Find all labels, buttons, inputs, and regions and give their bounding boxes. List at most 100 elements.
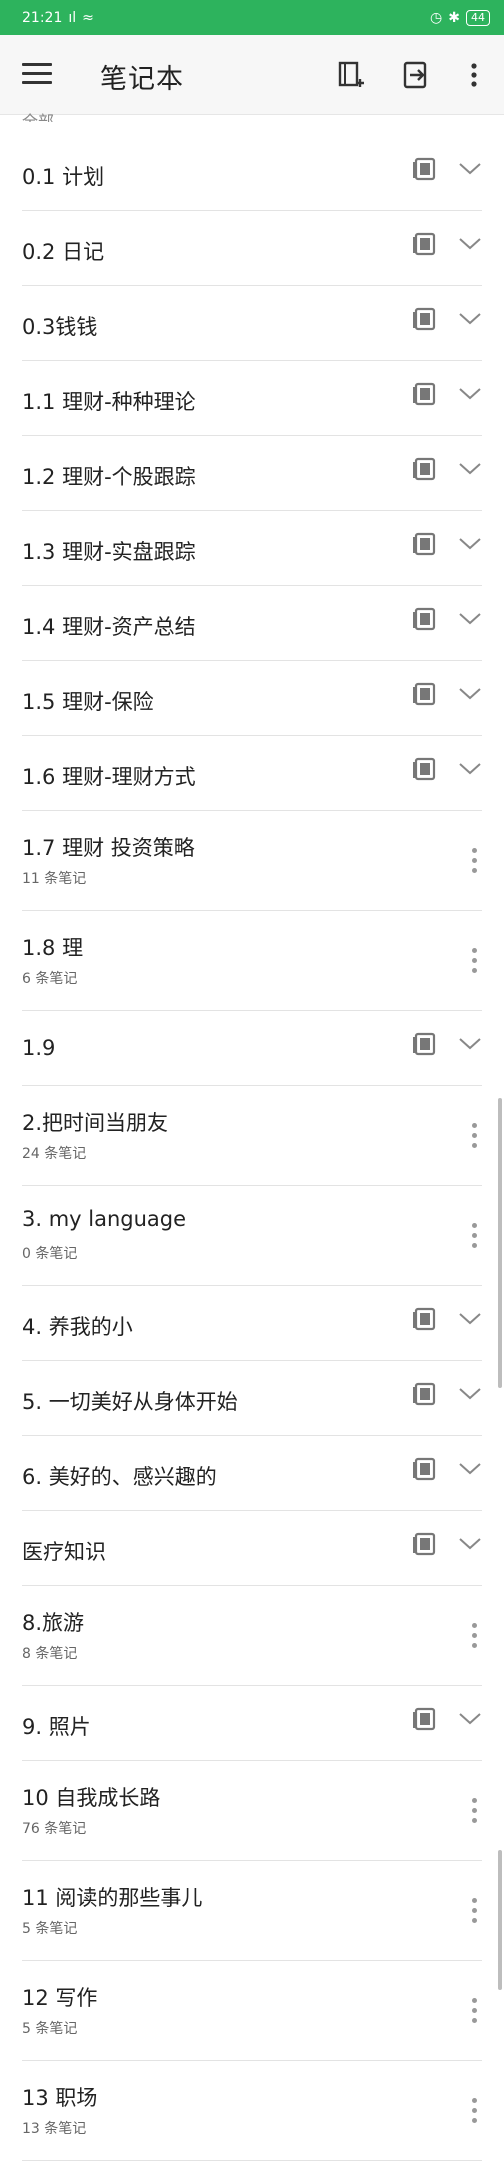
notebook-name: 3. my language	[22, 1207, 187, 1231]
notebook-stack-icon[interactable]	[412, 1382, 438, 1406]
notebook-name: 0.2 日记	[22, 240, 105, 264]
chevron-down-icon[interactable]	[458, 1036, 482, 1052]
note-count: 24 条笔记	[22, 1146, 87, 1162]
notebook-name: 1.4 理财-资产总结	[22, 615, 196, 639]
more-options-icon[interactable]	[470, 1798, 478, 1824]
notebook-row[interactable]: 3. my language 0 条笔记	[22, 1185, 482, 1286]
notebook-stack-icon[interactable]	[412, 757, 438, 781]
notebook-name: 13 职场	[22, 2086, 98, 2110]
notebook-name: 1.8 理	[22, 936, 84, 960]
notebook-stack-icon[interactable]	[412, 1707, 438, 1731]
notebook-stack-icon[interactable]	[412, 382, 438, 406]
notebook-stack-icon[interactable]	[412, 1532, 438, 1556]
chevron-down-icon[interactable]	[458, 161, 482, 177]
notebook-row[interactable]: 1.3 理财-实盘跟踪	[22, 510, 482, 586]
note-count: 5 条笔记	[22, 1921, 78, 1937]
chevron-down-icon[interactable]	[458, 536, 482, 552]
notebook-name: 6. 美好的、感兴趣的	[22, 1465, 217, 1489]
notebook-name: 5. 一切美好从身体开始	[22, 1390, 238, 1414]
more-options-icon[interactable]	[470, 848, 478, 874]
notebook-row[interactable]: 1.1 理财-种种理论	[22, 360, 482, 436]
notebook-stack-icon[interactable]	[412, 1457, 438, 1481]
chevron-down-icon[interactable]	[458, 461, 482, 477]
scrollbar[interactable]	[498, 1098, 502, 1388]
notebook-row[interactable]: 1.7 理财 投资策略 11 条笔记	[22, 810, 482, 911]
notebook-row[interactable]: 8.旅游 8 条笔记	[22, 1585, 482, 1686]
notebook-name: 11 阅读的那些事儿	[22, 1886, 203, 1910]
notebook-name: 1.6 理财-理财方式	[22, 765, 196, 789]
notebook-name: 医疗知识	[22, 1540, 106, 1564]
note-count: 76 条笔记	[22, 1821, 87, 1837]
notebook-stack-icon[interactable]	[412, 532, 438, 556]
notebook-name: 9. 照片	[22, 1715, 91, 1739]
notebook-stack-icon[interactable]	[412, 1032, 438, 1056]
notebook-stack-icon[interactable]	[412, 157, 438, 181]
more-options-icon[interactable]	[470, 1223, 478, 1249]
chevron-down-icon[interactable]	[458, 761, 482, 777]
notebook-row[interactable]: 12 写作 5 条笔记	[22, 1960, 482, 2061]
notebook-name: 1.3 理财-实盘跟踪	[22, 540, 196, 564]
notebook-name: 8.旅游	[22, 1611, 85, 1635]
notebook-stack-icon[interactable]	[412, 457, 438, 481]
export-icon[interactable]	[400, 59, 432, 91]
chevron-down-icon[interactable]	[458, 611, 482, 627]
notebook-stack-icon[interactable]	[412, 232, 438, 256]
notebook-row[interactable]: 13 职场 13 条笔记	[22, 2060, 482, 2161]
add-notebook-icon[interactable]	[336, 59, 368, 91]
chevron-down-icon[interactable]	[458, 386, 482, 402]
notebook-row[interactable]: 1.4 理财-资产总结	[22, 585, 482, 661]
notebook-stack-icon[interactable]	[412, 307, 438, 331]
notebook-name: 1.9	[22, 1036, 56, 1060]
scrollbar-secondary	[498, 1850, 502, 1990]
notebook-row[interactable]: 5. 一切美好从身体开始	[22, 1360, 482, 1436]
more-options-icon[interactable]	[470, 1898, 478, 1924]
notebook-row[interactable]: 0.3钱钱	[22, 285, 482, 361]
more-options-icon[interactable]	[470, 948, 478, 974]
notebook-row[interactable]: 1.2 理财-个股跟踪	[22, 435, 482, 511]
notebook-row[interactable]: 11 阅读的那些事儿 5 条笔记	[22, 1860, 482, 1961]
more-options-icon[interactable]	[470, 1123, 478, 1149]
note-count: 0 条笔记	[22, 1246, 78, 1262]
chevron-down-icon[interactable]	[458, 1711, 482, 1727]
more-options-icon[interactable]	[470, 1623, 478, 1649]
chevron-down-icon[interactable]	[458, 1386, 482, 1402]
note-count: 11 条笔记	[22, 871, 87, 887]
notebook-row[interactable]: 4. 养我的小	[22, 1285, 482, 1361]
bluetooth-icon: ✱	[448, 9, 460, 26]
notebook-name: 4. 养我的小	[22, 1315, 133, 1339]
notebook-row[interactable]: 1.8 理 6 条笔记	[22, 910, 482, 1011]
alarm-icon: ◷	[430, 9, 443, 26]
notebook-name: 10 自我成长路	[22, 1786, 161, 1810]
chevron-down-icon[interactable]	[458, 236, 482, 252]
menu-icon[interactable]	[22, 63, 52, 85]
notebook-row[interactable]: 2.把时间当朋友 24 条笔记	[22, 1085, 482, 1186]
more-options-icon[interactable]	[470, 1998, 478, 2024]
notebook-row[interactable]: 0.2 日记	[22, 210, 482, 286]
status-bar: 21:21 ıl ≈ ◷ ✱ 44	[0, 0, 504, 35]
chevron-down-icon[interactable]	[458, 1461, 482, 1477]
notebook-name: 2.把时间当朋友	[22, 1111, 169, 1135]
notebook-row[interactable]: 10 自我成长路 76 条笔记	[22, 1760, 482, 1861]
chevron-down-icon[interactable]	[458, 686, 482, 702]
notebook-stack-icon[interactable]	[412, 682, 438, 706]
notebook-row[interactable]: 1.6 理财-理财方式	[22, 735, 482, 811]
notebook-row[interactable]: 1.5 理财-保险	[22, 660, 482, 736]
notebook-row[interactable]: 医疗知识	[22, 1510, 482, 1586]
note-count: 6 条笔记	[22, 971, 78, 987]
notebook-stack-icon[interactable]	[412, 607, 438, 631]
more-vert-icon[interactable]	[458, 59, 490, 91]
notebook-name: 1.7 理财 投资策略	[22, 836, 195, 860]
notebook-row[interactable]: 0.1 计划	[22, 135, 482, 211]
note-count: 8 条笔记	[22, 1646, 78, 1662]
chevron-down-icon[interactable]	[458, 1311, 482, 1327]
chevron-down-icon[interactable]	[458, 311, 482, 327]
notebook-row[interactable]: 9. 照片	[22, 1685, 482, 1761]
chevron-down-icon[interactable]	[458, 1536, 482, 1552]
wifi-icon: ≈	[82, 9, 94, 26]
notebook-name: 1.2 理财-个股跟踪	[22, 465, 196, 489]
notebook-row[interactable]: 6. 美好的、感兴趣的	[22, 1435, 482, 1511]
notebook-stack-icon[interactable]	[412, 1307, 438, 1331]
notebook-row[interactable]: 1.9	[22, 1010, 482, 1086]
app-toolbar: 笔记本	[0, 35, 504, 115]
more-options-icon[interactable]	[470, 2098, 478, 2124]
